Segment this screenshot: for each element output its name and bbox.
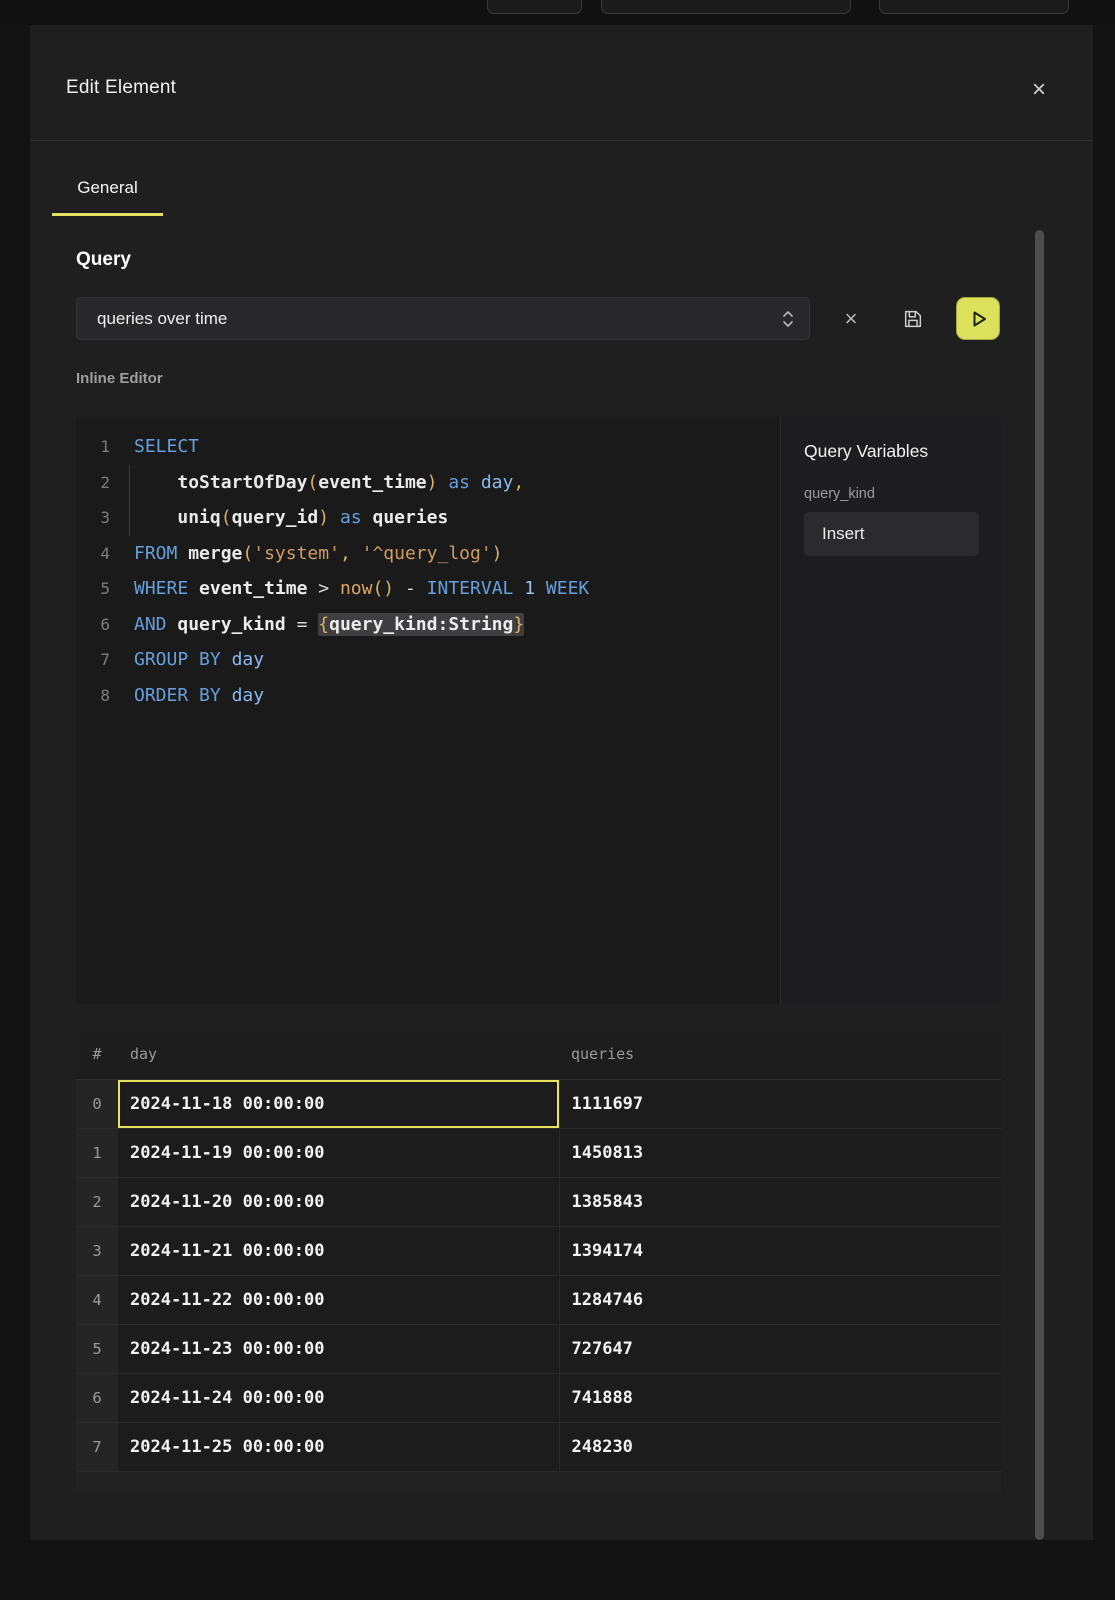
insert-variable-button[interactable]: Insert xyxy=(804,512,979,556)
code-line-content: GROUP BY day xyxy=(134,649,264,670)
column-header-queries[interactable]: queries xyxy=(559,1030,1001,1079)
code-line[interactable]: 8 ORDER BY day xyxy=(76,678,780,714)
code-line[interactable]: 1 SELECT xyxy=(76,429,780,465)
cell-day[interactable]: 2024-11-21 00:00:00 xyxy=(118,1226,559,1275)
table-footer xyxy=(76,1472,1001,1492)
row-index: 2 xyxy=(76,1177,118,1226)
results-tbody: 02024-11-18 00:00:00111169712024-11-19 0… xyxy=(76,1079,1001,1471)
results-table-wrap: # day queries 02024-11-18 00:00:00111169… xyxy=(76,1030,1001,1492)
results-table: # day queries 02024-11-18 00:00:00111169… xyxy=(76,1030,1001,1472)
line-number: 6 xyxy=(76,615,110,634)
save-query-button[interactable] xyxy=(896,302,930,336)
topbar-button[interactable] xyxy=(487,0,582,14)
line-number: 3 xyxy=(76,508,110,527)
sql-code-editor[interactable]: 1 SELECT 2 toStartOfDay(event_time) as day… xyxy=(76,417,780,1004)
cell-queries[interactable]: 1284746 xyxy=(559,1275,1001,1324)
run-query-button[interactable] xyxy=(956,297,1000,340)
table-row: 42024-11-22 00:00:001284746 xyxy=(76,1275,1001,1324)
cell-day[interactable]: 2024-11-18 00:00:00 xyxy=(118,1079,559,1128)
line-number: 5 xyxy=(76,579,110,598)
query-variable-chip: {query_kind:String} xyxy=(318,613,524,636)
row-index: 3 xyxy=(76,1226,118,1275)
edit-element-modal: Edit Element × General Query queries ove… xyxy=(30,25,1093,1540)
table-row: 22024-11-20 00:00:001385843 xyxy=(76,1177,1001,1226)
cell-day[interactable]: 2024-11-19 00:00:00 xyxy=(118,1128,559,1177)
table-row: 62024-11-24 00:00:00741888 xyxy=(76,1373,1001,1422)
line-number: 7 xyxy=(76,650,110,669)
tab-general[interactable]: General xyxy=(52,178,163,216)
table-row: 02024-11-18 00:00:001111697 xyxy=(76,1079,1001,1128)
cell-queries[interactable]: 248230 xyxy=(559,1422,1001,1471)
code-line[interactable]: 5 WHERE event_time > now() - INTERVAL 1 W… xyxy=(76,571,780,607)
line-number: 4 xyxy=(76,544,110,563)
code-line-content: ORDER BY day xyxy=(134,685,264,706)
code-line[interactable]: 2 toStartOfDay(event_time) as day, xyxy=(76,465,780,501)
query-select-value: queries over time xyxy=(97,309,227,329)
column-header-index: # xyxy=(76,1030,118,1079)
insert-button-label: Insert xyxy=(822,524,865,544)
cell-day[interactable]: 2024-11-23 00:00:00 xyxy=(118,1324,559,1373)
code-lines: 1 SELECT 2 toStartOfDay(event_time) as day… xyxy=(76,429,780,713)
column-header-day[interactable]: day xyxy=(118,1030,559,1079)
sql-editor-block: 1 SELECT 2 toStartOfDay(event_time) as day… xyxy=(76,417,1001,1004)
cell-day[interactable]: 2024-11-22 00:00:00 xyxy=(118,1275,559,1324)
query-select[interactable]: queries over time xyxy=(76,297,810,340)
row-index: 4 xyxy=(76,1275,118,1324)
code-line-content: FROM merge('system', '^query_log') xyxy=(134,543,503,564)
code-line[interactable]: 4 FROM merge('system', '^query_log') xyxy=(76,536,780,572)
row-index: 7 xyxy=(76,1422,118,1471)
row-index: 1 xyxy=(76,1128,118,1177)
cell-queries[interactable]: 727647 xyxy=(559,1324,1001,1373)
query-variables-panel: Query Variables query_kind Insert xyxy=(780,417,1001,1004)
variable-name-label: query_kind xyxy=(804,486,978,502)
line-number: 1 xyxy=(76,437,110,456)
cell-day[interactable]: 2024-11-24 00:00:00 xyxy=(118,1373,559,1422)
close-icon: × xyxy=(1032,78,1046,102)
row-index: 5 xyxy=(76,1324,118,1373)
query-variables-heading: Query Variables xyxy=(804,441,978,462)
cell-queries[interactable]: 1450813 xyxy=(559,1128,1001,1177)
tab-general-label: General xyxy=(77,178,137,197)
code-line-content: toStartOfDay(event_time) as day, xyxy=(134,472,524,493)
code-line-content: uniq(query_id) as queries xyxy=(134,507,448,528)
inline-editor-label: Inline Editor xyxy=(76,370,163,387)
header-divider xyxy=(30,140,1093,141)
table-row: 52024-11-23 00:00:00727647 xyxy=(76,1324,1001,1373)
table-row: 72024-11-25 00:00:00248230 xyxy=(76,1422,1001,1471)
play-icon xyxy=(965,306,991,332)
code-line-content: AND query_kind = {query_kind:String} xyxy=(134,614,524,635)
clear-query-button[interactable]: × xyxy=(834,302,868,336)
cell-queries[interactable]: 1111697 xyxy=(559,1079,1001,1128)
line-number: 8 xyxy=(76,686,110,705)
page-topbar xyxy=(0,0,1115,25)
row-index: 6 xyxy=(76,1373,118,1422)
table-row: 12024-11-19 00:00:001450813 xyxy=(76,1128,1001,1177)
code-line-content: SELECT xyxy=(134,436,199,457)
clear-icon: × xyxy=(845,306,858,332)
code-line-content: WHERE event_time > now() - INTERVAL 1 WE… xyxy=(134,578,589,599)
table-row: 32024-11-21 00:00:001394174 xyxy=(76,1226,1001,1275)
close-button[interactable]: × xyxy=(1022,73,1056,107)
save-icon xyxy=(902,308,924,330)
row-index: 0 xyxy=(76,1079,118,1128)
cell-queries[interactable]: 741888 xyxy=(559,1373,1001,1422)
modal-title: Edit Element xyxy=(66,77,176,99)
topbar-search-box[interactable] xyxy=(601,0,851,14)
table-header-row: # day queries xyxy=(76,1030,1001,1079)
code-line[interactable]: 3 uniq(query_id) as queries xyxy=(76,500,780,536)
cell-day[interactable]: 2024-11-20 00:00:00 xyxy=(118,1177,559,1226)
cell-day[interactable]: 2024-11-25 00:00:00 xyxy=(118,1422,559,1471)
line-number: 2 xyxy=(76,473,110,492)
code-line[interactable]: 6 AND query_kind = {query_kind:String} xyxy=(76,607,780,643)
cell-queries[interactable]: 1385843 xyxy=(559,1177,1001,1226)
modal-scrollbar[interactable] xyxy=(1035,230,1044,1540)
topbar-button[interactable] xyxy=(879,0,1069,14)
cell-queries[interactable]: 1394174 xyxy=(559,1226,1001,1275)
chevron-updown-icon xyxy=(781,308,795,330)
query-section-heading: Query xyxy=(76,249,131,271)
code-line[interactable]: 7 GROUP BY day xyxy=(76,642,780,678)
